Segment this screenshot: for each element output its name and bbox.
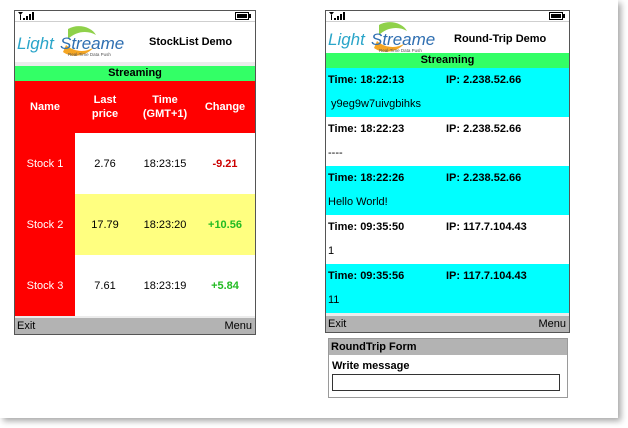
message-time: Time: 09:35:56 [328,270,405,282]
column-header-last-price: Last price [75,81,135,133]
form-title: RoundTrip Form [329,339,567,355]
table-row[interactable]: Stock 2 17.79 18:23:20 +10.56 [15,194,255,255]
message-list: Time: 18:22:13 IP: 2.238.52.66 y9eg9w7ui… [326,68,569,316]
stock-name: Stock 2 [15,194,75,255]
stock-price: 2.76 [94,157,116,170]
softkey-bar: Exit Menu [326,316,569,332]
stock-table: Name Last price Time (GMT+1) Change Stock … [15,81,255,316]
list-item[interactable]: Time: 18:22:13 IP: 2.238.52.66 y9eg9w7ui… [326,68,569,117]
roundtrip-phone-screen: Light Streamer Real-Time Data Push Round… [325,10,570,333]
message-ip: IP: 2.238.52.66 [446,74,522,86]
table-row[interactable]: Stock 1 2.76 18:23:15 -9.21 [15,133,255,194]
message-time: Time: 18:22:13 [328,74,405,86]
stock-name: Stock 1 [15,133,75,194]
stock-change: -9.21 [212,157,238,170]
streaming-status-bar: Streaming [326,53,569,68]
exit-softkey[interactable]: Exit [328,316,346,332]
page-title: StockList Demo [149,36,233,48]
column-header-time-line1: Time [152,94,178,106]
message-time: Time: 09:35:50 [328,221,405,233]
menu-softkey[interactable]: Menu [224,318,252,334]
column-header-change: Change [204,101,246,113]
battery-icon [549,12,565,20]
message-text: 11 [328,294,340,306]
signal-strength-icon [18,12,34,20]
list-item[interactable]: Time: 18:22:23 IP: 2.238.52.66 ---- [326,117,569,166]
message-text: y9eg9w7uivgbihks [328,98,421,110]
roundtrip-form: RoundTrip Form Write message [328,338,568,398]
logo-tagline: Real-Time Data Push [68,52,111,57]
softkey-bar: Exit Menu [15,318,255,334]
lightstreamer-logo: Light Streamer Real-Time Data Push [328,22,435,53]
list-item[interactable]: Time: 09:35:56 IP: 117.7.104.43 11 [326,264,569,313]
table-header: Name Last price Time (GMT+1) Change [15,81,255,133]
message-input[interactable] [332,374,560,391]
status-bar [15,11,255,22]
message-field-label: Write message [332,360,410,372]
list-item[interactable]: Time: 09:35:50 IP: 117.7.104.43 1 [326,215,569,264]
column-header-time-line2: (GMT+1) [142,108,188,120]
message-ip: IP: 117.7.104.43 [446,270,527,282]
battery-icon [235,12,251,20]
menu-softkey[interactable]: Menu [538,316,566,332]
message-ip: IP: 117.7.104.43 [446,221,527,233]
logo-text-streamer: Streamer [371,30,435,49]
message-text: ---- [328,147,343,159]
column-header-last-price-line1: Last [93,94,117,106]
message-time: Time: 18:22:26 [328,172,405,184]
stock-price: 7.61 [94,279,116,292]
column-header-time: Time (GMT+1) [135,81,195,133]
stock-time: 18:23:15 [143,157,187,170]
message-text: Hello World! [328,196,388,208]
stock-time: 18:23:19 [143,279,187,292]
message-time: Time: 18:22:23 [328,123,405,135]
logo-text-light: Light [328,30,366,49]
column-header-name: Name [30,101,60,113]
signal-strength-icon [329,12,345,20]
stock-change: +10.56 [208,218,242,231]
stock-change: +5.84 [211,279,239,292]
stock-name: Stock 3 [15,255,75,316]
stocklist-phone-screen: Light Streamer Real-Time Data Push Stock… [14,10,256,335]
message-text: 1 [328,245,335,257]
message-ip: IP: 2.238.52.66 [446,172,522,184]
streaming-status-bar: Streaming [15,66,255,81]
table-row[interactable]: Stock 3 7.61 18:23:19 +5.84 [15,255,255,316]
logo-text-light: Light [17,34,55,53]
app-header: Light Streamer Real-Time Data Push Round… [326,22,569,53]
app-header: Light Streamer Real-Time Data Push Stock… [15,22,255,62]
column-header-last-price-line2: price [91,108,119,120]
exit-softkey[interactable]: Exit [17,318,35,334]
logo-text-streamer: Streamer [60,34,124,53]
message-ip: IP: 2.238.52.66 [446,123,522,135]
stock-price: 17.79 [91,218,119,231]
page-title: Round-Trip Demo [454,33,547,45]
lightstreamer-logo: Light Streamer Real-Time Data Push [17,26,124,57]
list-item[interactable]: Time: 18:22:26 IP: 2.238.52.66 Hello Wor… [326,166,569,215]
stock-time: 18:23:20 [143,218,187,231]
